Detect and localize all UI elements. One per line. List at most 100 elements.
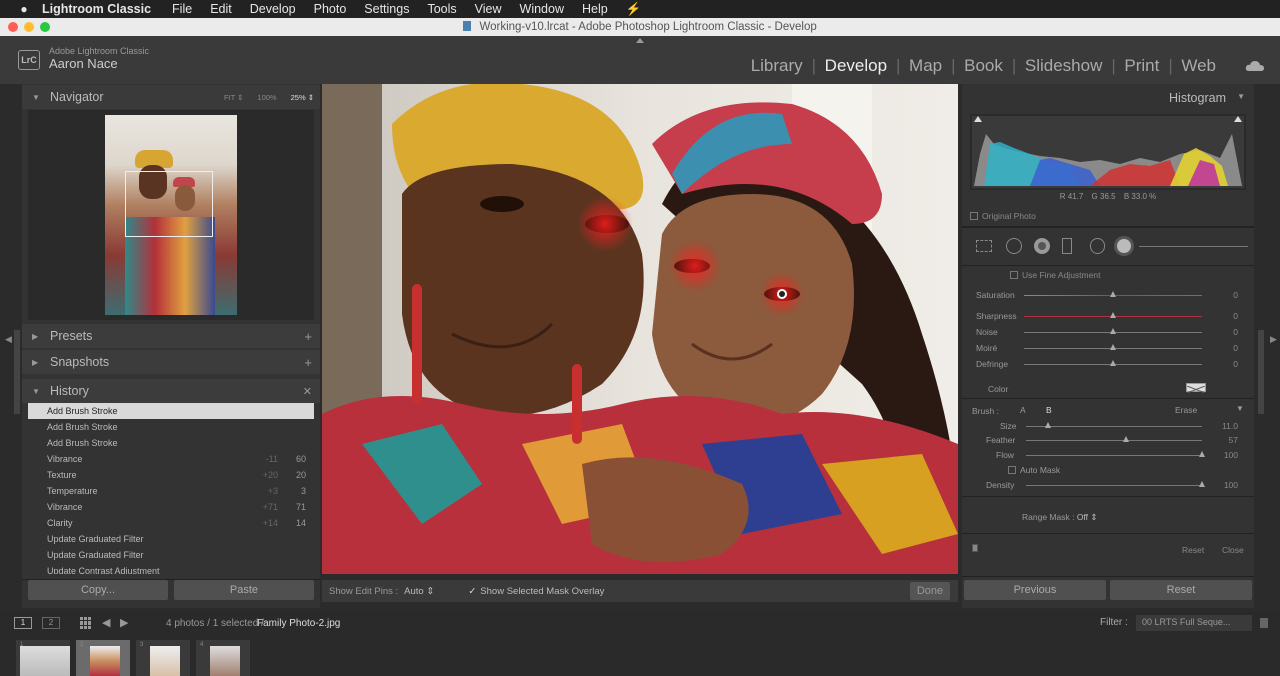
original-photo-row[interactable]: Original Photo — [970, 211, 1036, 221]
brush-a-tab[interactable]: A — [1020, 405, 1026, 415]
presets-header[interactable]: ▶ Presets + — [22, 324, 320, 348]
menu-tools[interactable]: Tools — [418, 2, 465, 16]
module-map[interactable]: Map — [896, 56, 942, 76]
menu-window[interactable]: Window — [511, 2, 573, 16]
slider-thumb[interactable] — [1109, 291, 1116, 297]
history-item[interactable]: Add Brush Stroke — [28, 403, 314, 419]
cloud-icon[interactable] — [1245, 60, 1265, 72]
filter-lock-icon[interactable] — [1260, 618, 1268, 628]
add-snapshot-icon[interactable]: + — [304, 355, 312, 370]
effect-slider[interactable]: Defringe 0 — [962, 356, 1252, 372]
menu-photo[interactable]: Photo — [305, 2, 356, 16]
fine-adjustment-row[interactable]: Use Fine Adjustment — [1010, 270, 1100, 280]
brush-erase-tab[interactable]: Erase — [1175, 405, 1197, 415]
show-edit-pins-select[interactable]: Auto ⇕ — [404, 586, 434, 597]
brush-b-tab[interactable]: B — [1046, 405, 1052, 415]
auto-mask-checkbox[interactable] — [1008, 466, 1016, 474]
module-web[interactable]: Web — [1168, 56, 1216, 76]
color-swatch-icon[interactable] — [1186, 383, 1206, 394]
previous-button[interactable]: Previous — [964, 580, 1106, 600]
copy-button[interactable]: Copy... — [28, 580, 168, 600]
close-window-icon[interactable] — [8, 22, 18, 32]
fine-adjustment-checkbox[interactable] — [1010, 271, 1018, 279]
history-item[interactable]: Update Contrast Adjustment — [28, 563, 314, 574]
menu-file[interactable]: File — [163, 2, 201, 16]
collapse-top-panel-icon[interactable] — [636, 38, 644, 43]
effect-slider[interactable]: Moiré 0 — [962, 340, 1252, 356]
collapse-triangle-icon[interactable]: ▼ — [1236, 404, 1244, 413]
module-slideshow[interactable]: Slideshow — [1012, 56, 1102, 76]
collapse-triangle-icon[interactable]: ▼ — [32, 93, 42, 102]
minimize-window-icon[interactable] — [24, 22, 34, 32]
histogram-header[interactable]: Histogram ▼ — [962, 86, 1254, 110]
grid-view-icon[interactable] — [80, 617, 92, 629]
right-scrollbar[interactable] — [1258, 330, 1264, 414]
slider-thumb[interactable] — [1198, 451, 1205, 457]
brush-feather-slider[interactable]: Feather 57 — [962, 432, 1252, 448]
range-mask-select[interactable]: Off ⇕ — [1077, 512, 1098, 522]
mask-reset-button[interactable]: Reset — [1182, 545, 1204, 555]
done-button[interactable]: Done — [910, 582, 950, 600]
show-mask-overlay-label[interactable]: Show Selected Mask Overlay — [480, 586, 604, 597]
history-item[interactable]: Update Graduated Filter — [28, 547, 314, 563]
thumbnail[interactable]: 4 — [196, 640, 250, 676]
filter-select[interactable]: 00 LRTS Full Seque... — [1136, 615, 1252, 631]
menu-settings[interactable]: Settings — [355, 2, 418, 16]
radial-filter-icon[interactable] — [1089, 238, 1106, 254]
thumbnail-selected[interactable]: 2 — [76, 640, 130, 676]
zoom-25[interactable]: 25% ⇕ — [291, 93, 314, 102]
main-screen-button[interactable]: 1 — [14, 617, 32, 629]
main-photo[interactable] — [322, 84, 958, 574]
paste-button[interactable]: Paste — [174, 580, 314, 600]
collapse-triangle-icon[interactable]: ▼ — [32, 387, 42, 396]
history-item[interactable]: Clarity +14 14 — [28, 515, 314, 531]
slider-thumb[interactable] — [1109, 360, 1116, 366]
history-header[interactable]: ▼ History ✕ — [22, 379, 320, 403]
zoom-fit[interactable]: FIT ⇕ — [224, 93, 243, 102]
crop-tool-icon[interactable] — [976, 240, 992, 252]
module-book[interactable]: Book — [951, 56, 1003, 76]
zoom-window-icon[interactable] — [40, 22, 50, 32]
slider-thumb[interactable] — [1198, 481, 1205, 487]
thumbnail[interactable]: 3 — [136, 640, 190, 676]
brush-flow-slider[interactable]: Flow 100 — [962, 447, 1252, 463]
history-item[interactable]: Add Brush Stroke — [28, 435, 314, 451]
history-item[interactable]: Temperature +3 3 — [28, 483, 314, 499]
right-panel-toggle-icon[interactable]: ▶ — [1270, 334, 1277, 345]
menu-app-name[interactable]: Lightroom Classic — [42, 2, 163, 16]
history-item[interactable]: Update Graduated Filter — [28, 531, 314, 547]
left-panel-toggle-icon[interactable]: ◀ — [5, 334, 12, 345]
navigator-header[interactable]: ▼ Navigator FIT ⇕ 100% 25% ⇕ — [22, 85, 320, 109]
show-mask-overlay-checkbox[interactable]: ✓ — [468, 586, 476, 597]
menu-develop[interactable]: Develop — [241, 2, 305, 16]
original-photo-checkbox[interactable] — [970, 212, 978, 220]
extras-icon[interactable]: ⚡ — [617, 2, 651, 17]
zoom-100[interactable]: 100% — [257, 93, 276, 102]
brush-density-slider[interactable]: Density 100 — [962, 477, 1252, 493]
slider-thumb[interactable] — [1122, 436, 1129, 442]
snapshots-header[interactable]: ▶ Snapshots + — [22, 350, 320, 374]
tool-strip-slider[interactable] — [1139, 245, 1248, 247]
module-library[interactable]: Library — [751, 56, 803, 76]
module-develop[interactable]: Develop — [812, 56, 887, 76]
panel-switch-icon[interactable] — [972, 544, 978, 552]
back-arrow-icon[interactable]: ◀ — [102, 616, 110, 629]
thumbnail[interactable]: 1 — [16, 640, 70, 676]
effect-slider[interactable]: Sharpness 0 — [962, 308, 1252, 324]
expand-triangle-icon[interactable]: ▶ — [32, 332, 42, 341]
history-item[interactable]: Add Brush Stroke — [28, 419, 314, 435]
red-eye-icon[interactable] — [1033, 238, 1050, 254]
apple-icon[interactable]: ● — [16, 2, 32, 16]
mask-close-button[interactable]: Close — [1222, 545, 1244, 555]
histogram[interactable] — [970, 114, 1246, 190]
photo-canvas[interactable] — [322, 84, 958, 574]
slider-thumb[interactable] — [1109, 312, 1116, 318]
history-item[interactable]: Vibrance +71 71 — [28, 499, 314, 515]
history-item[interactable]: Vibrance -11 60 — [28, 451, 314, 467]
forward-arrow-icon[interactable]: ▶ — [120, 616, 128, 629]
auto-mask-row[interactable]: Auto Mask — [1008, 465, 1060, 475]
navigator-preview-image[interactable] — [105, 115, 237, 315]
spot-removal-icon[interactable] — [1005, 238, 1022, 254]
add-preset-icon[interactable]: + — [304, 329, 312, 344]
reset-button[interactable]: Reset — [1110, 580, 1252, 600]
